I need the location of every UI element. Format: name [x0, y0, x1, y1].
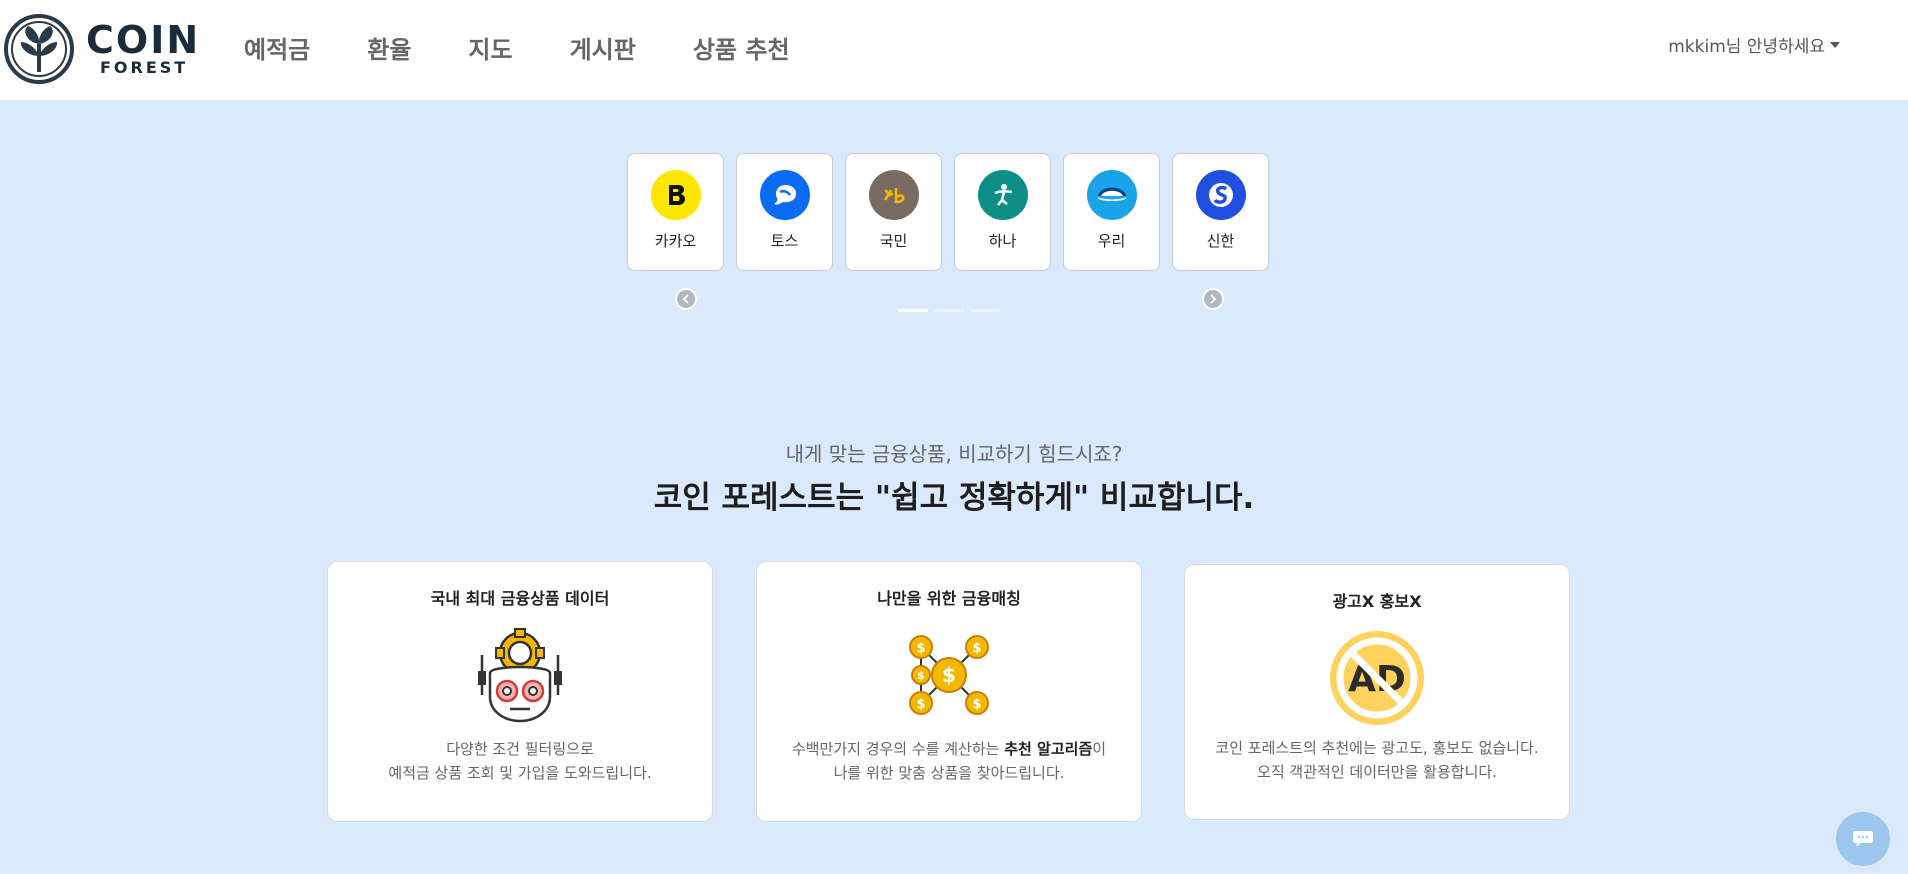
svg-text:$: $ — [972, 641, 981, 656]
woori-icon — [1086, 170, 1137, 220]
feature-description: 수백만가지 경우의 수를 계산하는 추천 알고리즘이 나를 위한 맞춤 상품을 … — [757, 737, 1141, 785]
nav-item-recommend[interactable]: 상품 추천 — [693, 30, 790, 65]
bank-name: 토스 — [770, 232, 799, 250]
feature-title: 광고X 홍보X — [1332, 592, 1422, 611]
feature-desc-line1: 코인 포레스트의 추천에는 광고도, 홍보도 없습니다. — [1215, 739, 1539, 757]
chevron-right-icon — [1210, 294, 1217, 304]
shinhan-icon — [1195, 170, 1246, 220]
feature-desc-line1: 수백만가지 경우의 수를 계산하는 추천 알고리즘이 — [757, 737, 1141, 761]
feature-description: 다양한 조건 필터링으로 예적금 상품 조회 및 가입을 도와드립니다. — [328, 737, 712, 785]
carousel-indicators — [898, 309, 1006, 312]
bank-name: 신한 — [1206, 232, 1235, 250]
feature-title: 나만을 위한 금융매칭 — [877, 589, 1021, 608]
nav-item-board[interactable]: 게시판 — [570, 30, 636, 65]
hana-icon — [977, 170, 1028, 220]
chat-bubble-icon — [1853, 831, 1873, 847]
robot-gear-icon — [470, 625, 570, 725]
carousel-indicator[interactable] — [898, 309, 928, 312]
bank-name: 우리 — [1097, 232, 1126, 250]
feature-desc-line2: 나를 위한 맞춤 상품을 찾아드립니다. — [833, 764, 1065, 782]
nav-item-deposits[interactable]: 예적금 — [244, 30, 310, 65]
carousel-indicator[interactable] — [934, 309, 964, 312]
carousel-indicator[interactable] — [970, 309, 1000, 312]
svg-text:$: $ — [916, 697, 925, 712]
feature-desc-line1-bold: 추천 알고리즘 — [1004, 740, 1093, 758]
bank-card-kakao[interactable]: 카카오 — [627, 153, 724, 271]
bank-card-hana[interactable]: 하나 — [954, 153, 1051, 271]
svg-text:$: $ — [917, 669, 925, 682]
toss-icon — [759, 170, 810, 220]
feature-desc-line2: 예적금 상품 조회 및 가입을 도와드립니다. — [388, 764, 652, 782]
svg-text:$: $ — [942, 663, 956, 687]
bank-card-toss[interactable]: 토스 — [736, 153, 833, 271]
bank-name: 하나 — [988, 232, 1017, 250]
carousel-next-button[interactable] — [1202, 288, 1224, 310]
bank-name: 카카오 — [654, 232, 697, 250]
chat-button[interactable] — [1836, 812, 1890, 866]
feature-desc-line1-post: 이 — [1092, 740, 1107, 758]
bank-card-kb[interactable]: 국민 — [845, 153, 942, 271]
coin-network-icon: $ $ $ $ $ $ — [899, 625, 999, 725]
feature-title: 국내 최대 금융상품 데이터 — [430, 589, 610, 608]
main-nav: 예적금 환율 지도 게시판 상품 추천 — [244, 30, 847, 65]
bank-carousel: 카카오 토스 국민 하나 우리 신한 — [627, 153, 1281, 271]
feature-card-data: 국내 최대 금융상품 데이터 다양한 조건 필터링으로 예적금 상품 조회 및 … — [327, 561, 713, 822]
brand-logo[interactable]: COIN FOREST — [4, 14, 198, 84]
kb-icon — [868, 170, 919, 220]
feature-description: 코인 포레스트의 추천에는 광고도, 홍보도 없습니다. 오직 객관적인 데이터… — [1185, 736, 1569, 784]
hero-headline: 코인 포레스트는 "쉽고 정확하게" 비교합니다. — [653, 480, 1255, 516]
brand-coin-text: COIN — [86, 18, 201, 62]
user-greeting: mkkim님 안녕하세요 — [1668, 37, 1825, 57]
nav-item-exchange[interactable]: 환율 — [367, 30, 411, 65]
no-ad-icon: AD — [1327, 628, 1427, 728]
svg-text:$: $ — [916, 641, 925, 656]
carousel-prev-button[interactable] — [675, 288, 697, 310]
kakao-icon — [650, 170, 701, 220]
nav-item-map[interactable]: 지도 — [468, 30, 512, 65]
brand-wordmark: COIN FOREST — [86, 20, 200, 76]
feature-desc-line1-pre: 수백만가지 경우의 수를 계산하는 — [791, 740, 1005, 758]
feature-card-no-ads: 광고X 홍보X AD 코인 포레스트의 추천에는 광고도, 홍보도 없습니다. … — [1184, 564, 1570, 820]
brand-forest-text: FOREST — [100, 58, 189, 77]
feature-card-matching: 나만을 위한 금융매칭 $ $ $ $ $ $ 수백만가지 경우의 수를 계산하는 추… — [756, 561, 1142, 822]
feature-desc-line2: 오직 객관적인 데이터만을 활용합니다. — [1257, 763, 1497, 781]
svg-text:$: $ — [972, 697, 981, 712]
feature-desc-line1: 다양한 조건 필터링으로 — [446, 740, 594, 758]
bank-card-shinhan[interactable]: 신한 — [1172, 153, 1269, 271]
bank-card-woori[interactable]: 우리 — [1063, 153, 1160, 271]
user-menu-dropdown[interactable]: mkkim님 안녕하세요 — [1668, 32, 1840, 57]
tree-coin-icon — [4, 14, 74, 84]
caret-down-icon — [1830, 41, 1840, 48]
bank-name: 국민 — [879, 232, 908, 250]
chevron-left-icon — [682, 294, 689, 304]
hero-subtitle: 내게 맞는 금융상품, 비교하기 힘드시죠? — [785, 442, 1123, 466]
navbar: COIN FOREST 예적금 환율 지도 게시판 상품 추천 mkkim님 안… — [0, 0, 1908, 101]
